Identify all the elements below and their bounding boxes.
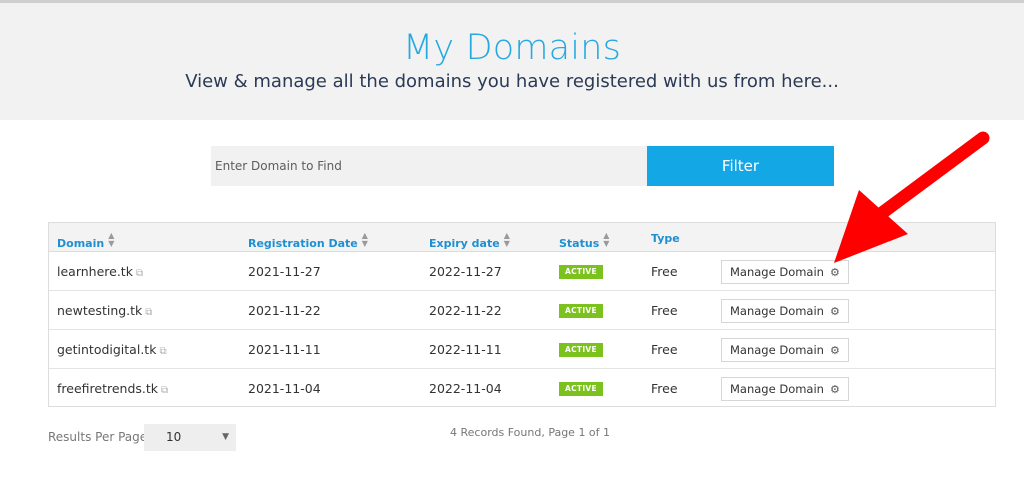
domain-cell[interactable]: newtesting.tk ⧉ — [57, 303, 152, 318]
table-row: getintodigital.tk ⧉ 2021-11-11 2022-11-11… — [49, 330, 995, 369]
column-label: Domain — [57, 237, 105, 250]
column-label: Expiry date — [429, 237, 500, 250]
domain-cell[interactable]: getintodigital.tk ⧉ — [57, 342, 167, 357]
results-per-page-value: 10 — [166, 430, 182, 444]
domain-type: Free — [651, 342, 678, 357]
expiry-date: 2022-11-11 — [429, 342, 502, 357]
page-subtitle: View & manage all the domains you have r… — [185, 71, 839, 92]
manage-domain-button[interactable]: Manage Domain ⚙ — [721, 338, 849, 362]
external-link-icon[interactable]: ⧉ — [161, 385, 168, 396]
status-badge: ACTIVE — [559, 304, 603, 318]
column-header-expiry-date[interactable]: Expiry date ▲ ▼ — [429, 232, 510, 251]
expiry-date: 2022-11-22 — [429, 303, 502, 318]
status-badge: ACTIVE — [559, 343, 603, 357]
domain-cell[interactable]: freefiretrends.tk ⧉ — [57, 381, 168, 396]
sort-icon[interactable]: ▲ ▼ — [603, 232, 609, 248]
domain-name[interactable]: learnhere.tk — [57, 264, 133, 279]
domain-type: Free — [651, 303, 678, 318]
results-per-page-select[interactable]: 10 ▼ — [144, 424, 236, 451]
column-label: Type — [651, 232, 680, 245]
registration-date: 2021-11-22 — [248, 303, 321, 318]
filter-button[interactable]: Filter — [647, 146, 834, 186]
gear-icon: ⚙ — [829, 305, 840, 318]
domain-name[interactable]: getintodigital.tk — [57, 342, 156, 357]
registration-date: 2021-11-27 — [248, 264, 321, 279]
table-row: learnhere.tk ⧉ 2021-11-27 2022-11-27 ACTI… — [49, 252, 995, 291]
domains-table: Domain▲ ▼ Registration Date▲ ▼ Expiry date… — [48, 222, 996, 407]
manage-domain-button[interactable]: Manage Domain ⚙ — [721, 299, 849, 323]
column-header-type: Type — [651, 232, 680, 245]
caret-down-icon: ▼ — [222, 432, 229, 442]
page-header: My Domains View & manage all the domains… — [0, 3, 1024, 120]
external-link-icon[interactable]: ⧉ — [145, 307, 152, 318]
domain-type: Free — [651, 381, 678, 396]
domain-cell[interactable]: learnhere.tk ⧉ — [57, 264, 143, 279]
manage-domain-button[interactable]: Manage Domain ⚙ — [721, 377, 849, 401]
column-label: Registration Date — [248, 237, 358, 250]
status-badge: ACTIVE — [559, 265, 603, 279]
sort-icon[interactable]: ▲ ▼ — [108, 232, 114, 248]
sort-icon[interactable]: ▲ ▼ — [362, 232, 368, 248]
domain-type: Free — [651, 264, 678, 279]
manage-domain-label: Manage Domain — [730, 265, 824, 279]
gear-icon: ⚙ — [829, 383, 840, 396]
results-per-page-label: Results Per Page: — [48, 430, 152, 444]
column-header-status[interactable]: Status▲ ▼ — [559, 232, 609, 251]
column-label: Status — [559, 237, 600, 250]
records-summary: 4 Records Found, Page 1 of 1 — [450, 426, 611, 439]
column-header-domain[interactable]: Domain▲ ▼ — [57, 232, 114, 251]
manage-domain-label: Manage Domain — [730, 304, 824, 318]
manage-domain-label: Manage Domain — [730, 343, 824, 357]
expiry-date: 2022-11-27 — [429, 264, 502, 279]
manage-domain-label: Manage Domain — [730, 382, 824, 396]
expiry-date: 2022-11-04 — [429, 381, 502, 396]
table-row: newtesting.tk ⧉ 2021-11-22 2022-11-22 ACT… — [49, 291, 995, 330]
registration-date: 2021-11-04 — [248, 381, 321, 396]
registration-date: 2021-11-11 — [248, 342, 321, 357]
domain-name[interactable]: newtesting.tk — [57, 303, 142, 318]
manage-domain-button[interactable]: Manage Domain ⚙ — [721, 260, 849, 284]
status-badge: ACTIVE — [559, 382, 603, 396]
gear-icon: ⚙ — [829, 266, 840, 279]
external-link-icon[interactable]: ⧉ — [159, 346, 166, 357]
page-title: My Domains — [402, 28, 622, 68]
sort-icon[interactable]: ▲ ▼ — [504, 232, 510, 248]
external-link-icon[interactable]: ⧉ — [136, 268, 143, 279]
table-header: Domain▲ ▼ Registration Date▲ ▼ Expiry date… — [49, 223, 995, 252]
gear-icon: ⚙ — [829, 344, 840, 357]
column-header-registration-date[interactable]: Registration Date ▲ ▼ — [248, 232, 368, 251]
domain-name[interactable]: freefiretrends.tk — [57, 381, 158, 396]
domain-search-input[interactable] — [211, 146, 648, 186]
table-row: freefiretrends.tk ⧉ 2021-11-04 2022-11-04… — [49, 369, 995, 408]
